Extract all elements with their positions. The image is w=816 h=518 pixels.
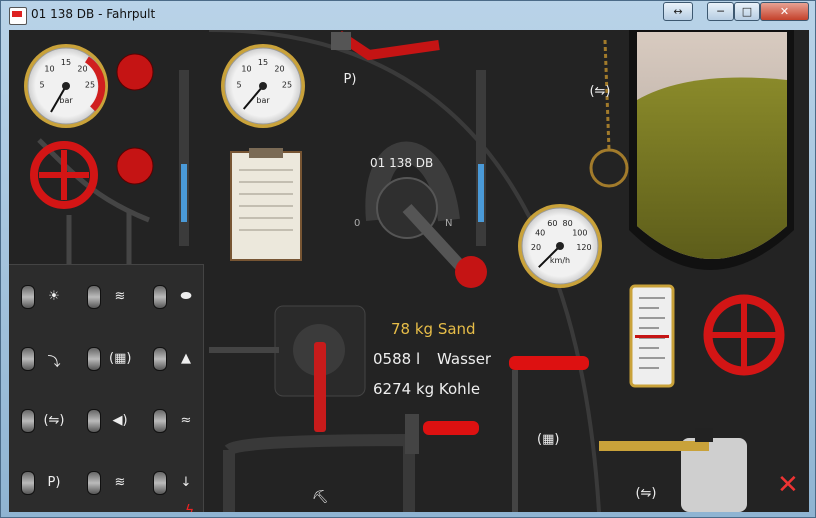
gauge-tick-label: 60 bbox=[547, 219, 557, 228]
toggle-switch[interactable] bbox=[149, 347, 169, 371]
gauge-tick-label: 10 bbox=[241, 65, 251, 74]
lamp-icon: ☀ bbox=[48, 289, 60, 304]
car-sound-icon[interactable]: (⇋) bbox=[589, 84, 611, 99]
car-sound-icon[interactable]: (⇋) bbox=[635, 486, 657, 501]
gauge-tick-label: 20 bbox=[531, 243, 541, 252]
brake-sound-icon[interactable]: (▦) bbox=[537, 432, 559, 447]
power-icon: ϟ bbox=[185, 503, 195, 512]
radio-icon: ≋ bbox=[114, 289, 126, 304]
shovel-icon[interactable]: ⛏ bbox=[309, 490, 331, 505]
reverser-mark-right: N bbox=[445, 218, 453, 229]
maximize-button[interactable]: □ bbox=[734, 2, 760, 21]
faucet-icon: ⤵ bbox=[47, 355, 61, 370]
close-button[interactable]: ✕ bbox=[760, 2, 809, 21]
water-value: 0588 l bbox=[373, 350, 421, 368]
gauge-tick-label: 100 bbox=[572, 228, 587, 237]
app-window: 01 138 DB - Fahrpult ↔ ─ □ ✕ 5 10 15 20 … bbox=[0, 0, 816, 518]
announce-icon[interactable]: P) bbox=[339, 72, 361, 87]
gauge-tick-label: 120 bbox=[576, 243, 591, 252]
gauge-unit: km/h bbox=[550, 256, 570, 265]
gauge-tick-label: 25 bbox=[282, 81, 292, 90]
toggle-switch[interactable] bbox=[83, 409, 103, 433]
gauge-tick-label: 80 bbox=[563, 219, 573, 228]
gauge-tick-label: 15 bbox=[61, 58, 71, 67]
gauge-tick-label: 15 bbox=[258, 58, 268, 67]
weight-icon: ▲ bbox=[181, 351, 191, 366]
minimize-button[interactable]: ─ bbox=[707, 2, 734, 21]
coal-readout: 6274 kg Kohle bbox=[373, 380, 481, 398]
switch-panel: ϟ ☀ ≋ ⬬ ⤵ (▦) ▲ (⇋) ◀) ≈ P) ≋ ↓ bbox=[9, 264, 204, 512]
window-title: 01 138 DB - Fahrpult bbox=[31, 7, 156, 21]
brake-sound-icon: (▦) bbox=[109, 351, 132, 366]
toggle-switch[interactable] bbox=[83, 471, 103, 495]
toggle-switch[interactable] bbox=[17, 285, 37, 309]
gauge-tick-label: 25 bbox=[85, 81, 95, 90]
speedometer: 20 4060 80100 120 km/h bbox=[518, 204, 602, 288]
gauge-unit: bar bbox=[256, 96, 270, 105]
title-bar[interactable]: 01 138 DB - Fahrpult ↔ ─ □ ✕ bbox=[1, 1, 815, 29]
cab-panel: 5 10 15 20 25 bar 5 10 15 20 25 bar 20 40 60 80 100 120 km… bbox=[9, 30, 809, 512]
toggle-switch[interactable] bbox=[149, 285, 169, 309]
toggle-switch[interactable] bbox=[17, 409, 37, 433]
water-label: Wasser bbox=[437, 350, 491, 368]
gauge-tick-label: 10 bbox=[44, 65, 54, 74]
locomotive-label: 01 138 DB bbox=[370, 156, 434, 170]
app-icon bbox=[9, 7, 27, 25]
toggle-switch[interactable] bbox=[149, 471, 169, 495]
boiler-pressure-gauge-left: 510 15 20 25 bar bbox=[24, 44, 108, 128]
toggle-switch[interactable] bbox=[149, 409, 169, 433]
close-cab-button[interactable]: ✕ bbox=[777, 470, 799, 500]
toggle-switch[interactable] bbox=[17, 471, 37, 495]
toggle-switch[interactable] bbox=[83, 285, 103, 309]
signal-icon: ≈ bbox=[180, 413, 192, 428]
toggle-switch[interactable] bbox=[83, 347, 103, 371]
toggle-switch[interactable] bbox=[17, 347, 37, 371]
resize-button[interactable]: ↔ bbox=[663, 2, 693, 21]
gauge-tick-label: 20 bbox=[77, 65, 87, 74]
gauge-tick-label: 5 bbox=[39, 81, 44, 90]
turtle-icon: ⬬ bbox=[180, 289, 192, 304]
reverser-mark-left: 0 bbox=[354, 218, 361, 229]
speaker-icon: ◀) bbox=[112, 413, 128, 428]
wifi-icon: ≋ bbox=[114, 475, 126, 490]
gauge-tick-label: 40 bbox=[535, 228, 545, 237]
gauge-unit: bar bbox=[59, 96, 73, 105]
car-sound-icon: (⇋) bbox=[43, 413, 65, 428]
gauge-tick-label: 5 bbox=[236, 81, 241, 90]
arrow-down-icon: ↓ bbox=[180, 475, 192, 490]
announce-icon: P) bbox=[47, 475, 61, 490]
sand-readout: 78 kg Sand bbox=[391, 320, 476, 338]
gauge-tick-label: 20 bbox=[274, 65, 284, 74]
boiler-pressure-gauge-right: 510 15 20 25 bar bbox=[221, 44, 305, 128]
